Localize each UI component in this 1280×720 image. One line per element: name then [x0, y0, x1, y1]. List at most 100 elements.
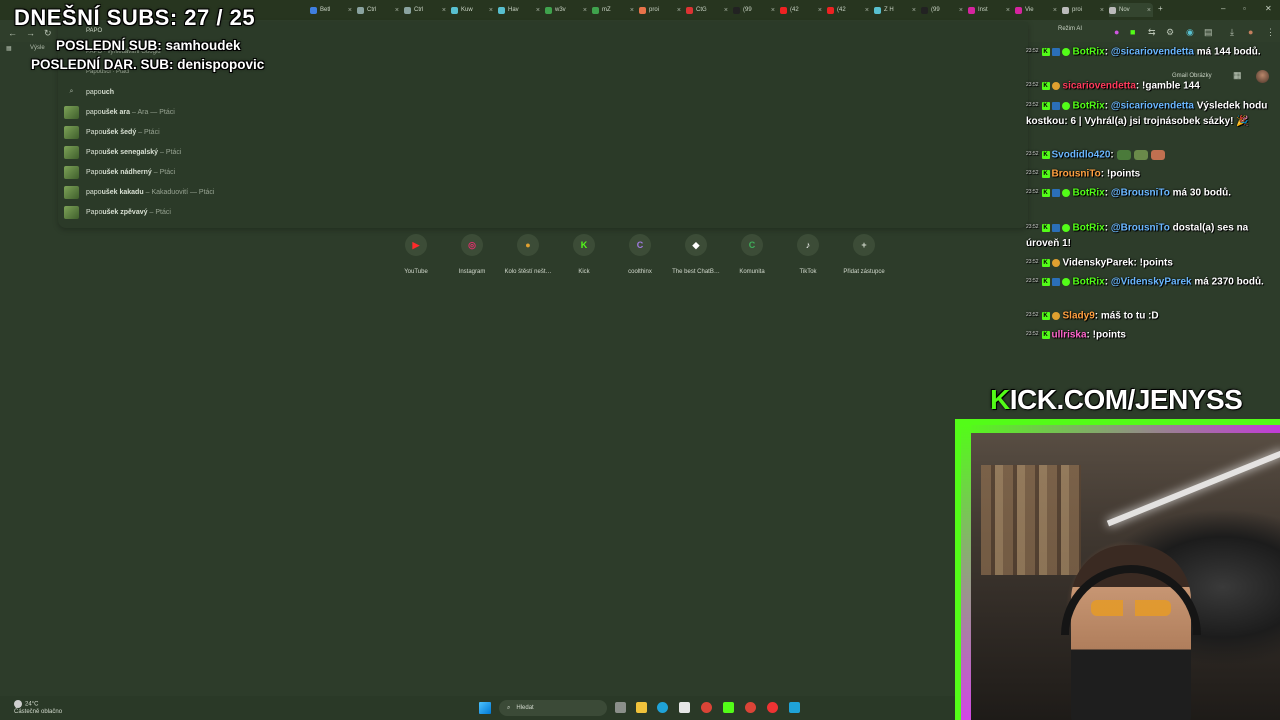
- weather-widget[interactable]: 24°C Částečně oblačno: [14, 700, 62, 716]
- windows-start-icon[interactable]: [479, 702, 491, 714]
- close-icon[interactable]: ×: [489, 7, 495, 14]
- browser-tab[interactable]: mZ ×: [592, 3, 636, 17]
- chat-username[interactable]: Slady9: [1063, 310, 1095, 321]
- bookmark-item[interactable]: Výsle: [30, 45, 45, 51]
- extension-icon[interactable]: ◉: [1186, 27, 1194, 38]
- close-icon[interactable]: ×: [630, 7, 636, 14]
- suggestion-item[interactable]: papo ušek kakadu – Kakaduovití — Ptáci: [64, 183, 1024, 201]
- app-icon[interactable]: [789, 702, 800, 713]
- task-view-icon[interactable]: [615, 702, 626, 713]
- suggestion-item[interactable]: Papo ušek šedý – Ptáci: [64, 123, 1024, 141]
- chat-username[interactable]: Svodidlo420: [1052, 149, 1111, 160]
- chat-username[interactable]: BotRix: [1073, 100, 1105, 111]
- browser-tab[interactable]: Inst ×: [968, 3, 1012, 17]
- close-icon[interactable]: ×: [442, 7, 448, 14]
- menu-icon[interactable]: ⋮: [1266, 27, 1275, 38]
- suggestion-item[interactable]: Papo ušek zpěvavý – Ptáci: [64, 203, 1024, 221]
- chat-mention[interactable]: @sicariovendetta: [1111, 46, 1194, 57]
- kick-url-text: ICK.COM/JENYSS: [1009, 384, 1243, 415]
- close-window-button[interactable]: ✕: [1265, 4, 1272, 13]
- browser-tab[interactable]: Betl ×: [310, 3, 354, 17]
- chat-username[interactable]: BotRix: [1073, 276, 1105, 287]
- chrome-icon[interactable]: [745, 702, 756, 713]
- close-icon[interactable]: ×: [1053, 7, 1059, 14]
- chat-username[interactable]: BotRix: [1073, 46, 1105, 57]
- chat-timestamp: 23:52: [1026, 102, 1039, 108]
- avatar[interactable]: ●: [1248, 27, 1253, 37]
- shortcut-tile[interactable]: ▶ YouTube: [388, 234, 444, 275]
- downloads-icon[interactable]: ⤓: [1230, 27, 1234, 38]
- close-icon[interactable]: ×: [818, 7, 824, 14]
- close-icon[interactable]: ×: [677, 7, 683, 14]
- browser-tab[interactable]: Vie ×: [1015, 3, 1059, 17]
- browser-tab[interactable]: proi ×: [1062, 3, 1106, 17]
- browser-tab[interactable]: w3v ×: [545, 3, 589, 17]
- shortcut-tile[interactable]: ● Kolo štěstí nešt…: [500, 234, 556, 275]
- extension-icon[interactable]: ●: [1114, 27, 1119, 37]
- close-icon[interactable]: ×: [724, 7, 730, 14]
- suggestion-completion: ušek senegalský: [102, 148, 159, 156]
- chat-mention[interactable]: @VidenskyParek: [1111, 276, 1192, 287]
- browser-tab[interactable]: Hav ×: [498, 3, 542, 17]
- sidebar-icon[interactable]: ▤: [1204, 27, 1213, 38]
- file-explorer-icon[interactable]: [636, 702, 647, 713]
- browser-tab[interactable]: Z H ×: [874, 3, 918, 17]
- extension-icon[interactable]: ■: [1130, 27, 1135, 37]
- close-icon[interactable]: ×: [395, 7, 401, 14]
- browser-tab[interactable]: (99 ×: [921, 3, 965, 17]
- chrome-icon[interactable]: [701, 702, 712, 713]
- apps-grid-icon[interactable]: ▦: [6, 45, 12, 52]
- chat-username[interactable]: VidenskyParek: [1063, 257, 1134, 268]
- close-icon[interactable]: ×: [771, 7, 777, 14]
- browser-tab[interactable]: proi ×: [639, 3, 683, 17]
- suggestion-item[interactable]: Papo ušek nádherný – Ptáci: [64, 163, 1024, 181]
- shortcut-tile[interactable]: Ccoolthinx: [612, 234, 668, 275]
- taskbar-search[interactable]: ⌕ Hledat: [499, 700, 607, 716]
- close-icon[interactable]: ×: [1147, 7, 1153, 14]
- new-tab-button[interactable]: +: [1158, 4, 1163, 13]
- shortcut-tile[interactable]: K Kick: [556, 234, 612, 275]
- minimize-button[interactable]: –: [1221, 4, 1225, 13]
- close-icon[interactable]: ×: [536, 7, 542, 14]
- chat-username[interactable]: BotRix: [1073, 222, 1105, 233]
- shortcut-tile[interactable]: + Přidat zástupce: [836, 234, 892, 275]
- chat-mention[interactable]: @sicariovendetta: [1111, 100, 1194, 111]
- close-icon[interactable]: ×: [583, 7, 589, 14]
- browser-tab[interactable]: (99 ×: [733, 3, 777, 17]
- close-icon[interactable]: ×: [959, 7, 965, 14]
- chat-username[interactable]: BrousniTo: [1052, 168, 1101, 179]
- suggestion-item[interactable]: ⌕ papo uch: [64, 83, 1024, 101]
- browser-tab[interactable]: (42 ×: [827, 3, 871, 17]
- app-icon[interactable]: [723, 702, 734, 713]
- browser-tab[interactable]: Ctrl ×: [404, 3, 448, 17]
- close-icon[interactable]: ×: [1100, 7, 1106, 14]
- shortcut-tile[interactable]: ◎ Instagram: [444, 234, 500, 275]
- browser-tab[interactable]: Kuw ×: [451, 3, 495, 17]
- shortcut-tile[interactable]: C Komunita: [724, 234, 780, 275]
- browser-tab[interactable]: Nov ×: [1109, 3, 1153, 17]
- shortcut-tile[interactable]: ♪ TikTok: [780, 234, 836, 275]
- browser-tab[interactable]: (42 ×: [780, 3, 824, 17]
- chat-username[interactable]: BotRix: [1073, 187, 1105, 198]
- maximize-button[interactable]: ▫: [1243, 4, 1246, 13]
- store-icon[interactable]: [679, 702, 690, 713]
- shortcut-tile[interactable]: ◆ The best ChatB…: [668, 234, 724, 275]
- browser-tab[interactable]: Ctrl ×: [357, 3, 401, 17]
- app-icon[interactable]: [767, 702, 778, 713]
- chat-mention[interactable]: @BrousniTo: [1111, 187, 1170, 198]
- suggestion-item[interactable]: papo ušek ara – Ara — Ptáci: [64, 103, 1024, 121]
- chat-username[interactable]: ullriska: [1052, 329, 1087, 340]
- chat-mention[interactable]: @BrousniTo: [1111, 222, 1170, 233]
- ai-mode-button[interactable]: Režim AI: [1058, 26, 1082, 32]
- suggestion-prefix: papo: [86, 188, 102, 196]
- close-icon[interactable]: ×: [348, 7, 354, 14]
- close-icon[interactable]: ×: [1006, 7, 1012, 14]
- gear-icon[interactable]: ⚙: [1166, 27, 1174, 38]
- browser-tab[interactable]: CtG ×: [686, 3, 730, 17]
- close-icon[interactable]: ×: [865, 7, 871, 14]
- close-icon[interactable]: ×: [912, 7, 918, 14]
- edge-icon[interactable]: [657, 702, 668, 713]
- chat-username[interactable]: sicariovendetta: [1063, 80, 1136, 91]
- suggestion-item[interactable]: Papo ušek senegalský – Ptáci: [64, 143, 1024, 161]
- extension-icon[interactable]: ⇆: [1148, 27, 1156, 38]
